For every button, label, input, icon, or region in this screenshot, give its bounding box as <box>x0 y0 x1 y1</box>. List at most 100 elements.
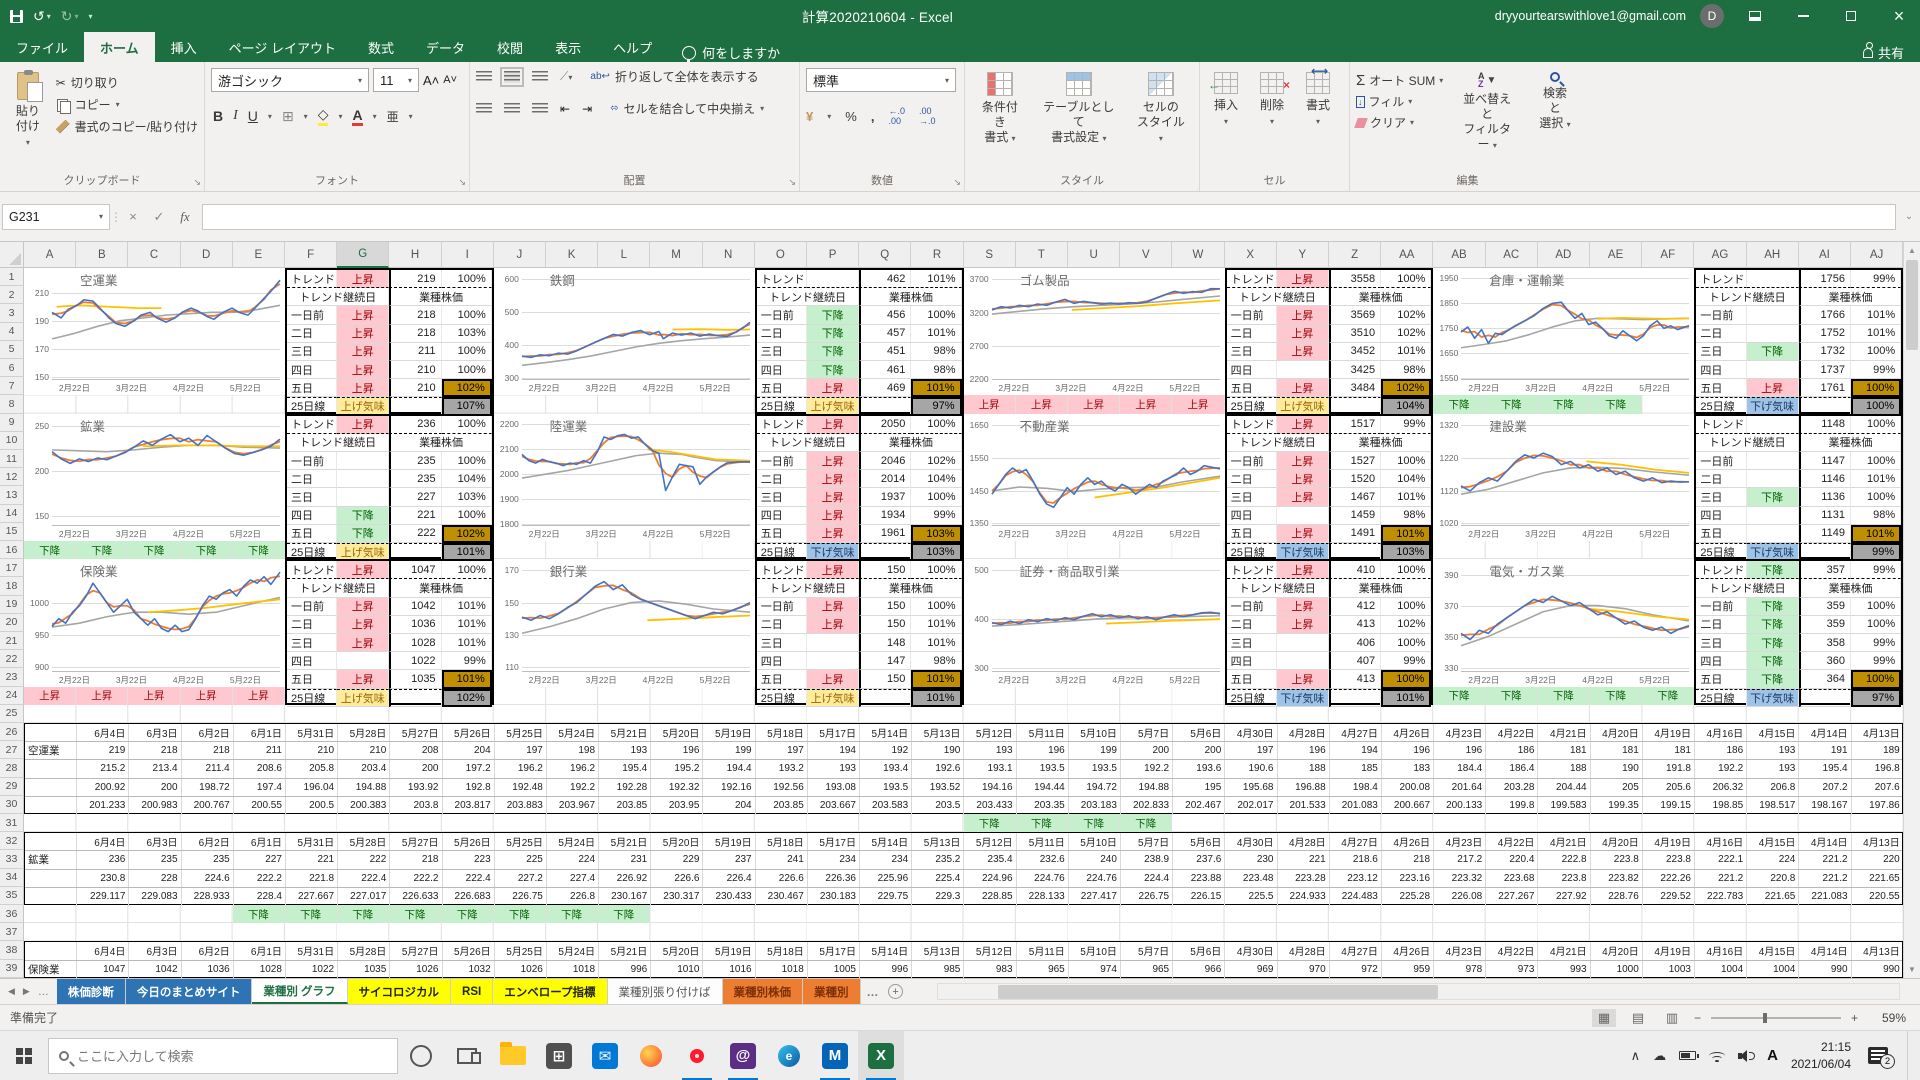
tell-me-search[interactable]: 何をしますか <box>668 43 794 62</box>
value-cell[interactable]: 224.4 <box>1121 870 1173 887</box>
opera-icon[interactable] <box>674 1031 720 1080</box>
value-cell[interactable]: 200 <box>390 760 442 777</box>
value-cell[interactable]: 223.8 <box>1643 851 1695 868</box>
row-header-20[interactable]: 20 <box>0 614 24 632</box>
value-cell[interactable]: 972 <box>1330 961 1382 979</box>
value-cell[interactable]: 197 <box>756 742 808 759</box>
value-cell[interactable]: 198.72 <box>182 779 234 796</box>
column-header-K[interactable]: K <box>546 242 598 268</box>
value-cell[interactable]: 223.88 <box>1173 870 1225 887</box>
value-cell[interactable]: 203.35 <box>1017 797 1069 815</box>
value-cell[interactable]: 203.667 <box>808 797 860 815</box>
merge-center-button[interactable]: ⬄セルを結合して中央揃え▾ <box>610 100 764 117</box>
date-cell[interactable]: 5月11日 <box>1017 724 1069 741</box>
value-cell[interactable]: 222.1 <box>1695 851 1747 868</box>
value-cell[interactable]: 199.35 <box>1591 797 1643 815</box>
row-header-22[interactable]: 22 <box>0 650 24 668</box>
column-header-L[interactable]: L <box>598 242 650 268</box>
value-cell[interactable]: 226.8 <box>547 888 599 906</box>
date-cell[interactable]: 5月17日 <box>808 833 860 850</box>
value-cell[interactable]: 223.68 <box>1486 870 1538 887</box>
value-cell[interactable]: 200 <box>1173 742 1225 759</box>
value-cell[interactable]: 193.2 <box>756 760 808 777</box>
value-cell[interactable]: 221.8 <box>286 870 338 887</box>
value-cell[interactable]: 203.967 <box>547 797 599 815</box>
value-cell[interactable]: 196 <box>1434 742 1486 759</box>
value-cell[interactable]: 229.75 <box>860 888 912 906</box>
value-cell[interactable]: 228.933 <box>182 888 234 906</box>
value-cell[interactable]: 996 <box>599 961 651 979</box>
format-painter-button[interactable]: 書式のコピー/貼り付け <box>56 118 198 135</box>
date-cell[interactable]: 5月31日 <box>286 724 338 741</box>
value-cell[interactable]: 192.56 <box>756 779 808 796</box>
value-cell[interactable]: 206.8 <box>1747 779 1799 796</box>
row-header-25[interactable]: 25 <box>0 705 24 723</box>
date-cell[interactable]: 4月14日 <box>1799 724 1851 741</box>
column-header-B[interactable]: B <box>76 242 128 268</box>
date-cell[interactable]: 6月4日 <box>77 724 129 741</box>
underline-button[interactable]: U <box>248 108 258 124</box>
value-cell[interactable]: 1005 <box>808 961 860 979</box>
ribbon-tab-8[interactable]: ヘルプ <box>597 32 668 62</box>
date-cell[interactable]: 5月14日 <box>860 942 912 959</box>
orientation-button[interactable]: ⟋▾ <box>560 69 572 84</box>
date-cell[interactable]: 5月12日 <box>964 942 1016 959</box>
row-header-1[interactable]: 1 <box>0 268 24 286</box>
row-header-17[interactable]: 17 <box>0 559 24 577</box>
date-cell[interactable]: 5月19日 <box>703 942 755 959</box>
value-cell[interactable]: 224.96 <box>964 870 1016 887</box>
date-cell[interactable]: 5月12日 <box>964 833 1016 850</box>
value-cell[interactable]: 204.44 <box>1538 779 1590 796</box>
value-cell[interactable]: 226.683 <box>443 888 495 906</box>
date-cell[interactable]: 4月27日 <box>1330 724 1382 741</box>
value-cell[interactable]: 218 <box>129 742 181 759</box>
date-cell[interactable]: 4月19日 <box>1643 942 1695 959</box>
row-header-6[interactable]: 6 <box>0 359 24 377</box>
value-cell[interactable]: 215.2 <box>77 760 129 777</box>
value-cell[interactable]: 197.86 <box>1852 797 1904 815</box>
value-cell[interactable]: 234 <box>808 851 860 868</box>
value-cell[interactable]: 969 <box>1225 961 1277 979</box>
date-cell[interactable]: 5月14日 <box>860 833 912 850</box>
value-cell[interactable]: 203.85 <box>599 797 651 815</box>
column-header-M[interactable]: M <box>650 242 702 268</box>
column-header-D[interactable]: D <box>181 242 233 268</box>
value-cell[interactable]: 224.6 <box>182 870 234 887</box>
value-cell[interactable]: 190.6 <box>1225 760 1277 777</box>
value-cell[interactable]: 226.75 <box>495 888 547 906</box>
sheet-tab-サイコロジカル[interactable]: サイコロジカル <box>348 979 452 1004</box>
value-cell[interactable]: 195.4 <box>1799 760 1851 777</box>
date-cell[interactable]: 5月10日 <box>1069 942 1121 959</box>
value-cell[interactable]: 223.16 <box>1382 870 1434 887</box>
mail-icon[interactable]: ✉ <box>582 1031 628 1080</box>
value-cell[interactable]: 226.633 <box>390 888 442 906</box>
date-cell[interactable]: 5月18日 <box>756 942 808 959</box>
value-cell[interactable]: 213.4 <box>129 760 181 777</box>
value-cell[interactable]: 205.6 <box>1643 779 1695 796</box>
value-cell[interactable]: 200.5 <box>286 797 338 815</box>
value-cell[interactable]: 194.16 <box>964 779 1016 796</box>
date-cell[interactable]: 5月19日 <box>703 833 755 850</box>
row-header-4[interactable]: 4 <box>0 323 24 341</box>
date-cell[interactable]: 4月20日 <box>1591 724 1643 741</box>
chevron-up-icon[interactable]: ∧ <box>1631 1048 1641 1064</box>
value-cell[interactable]: 241 <box>756 851 808 868</box>
value-cell[interactable]: 974 <box>1069 961 1121 979</box>
column-header-AF[interactable]: AF <box>1642 242 1694 268</box>
value-cell[interactable]: 220.4 <box>1486 851 1538 868</box>
value-cell[interactable]: 226.6 <box>651 870 703 887</box>
date-cell[interactable]: 6月1日 <box>234 724 286 741</box>
date-cell[interactable]: 4月30日 <box>1225 942 1277 959</box>
value-cell[interactable]: 211.4 <box>182 760 234 777</box>
value-cell[interactable]: 199.15 <box>1643 797 1695 815</box>
value-cell[interactable]: 203.5 <box>912 797 964 815</box>
value-cell[interactable]: 1003 <box>1643 961 1695 979</box>
font-size-select[interactable]: 11▾ <box>373 68 419 92</box>
taskbar-clock[interactable]: 21:15 2021/06/04 <box>1791 1039 1851 1071</box>
date-cell[interactable]: 5月13日 <box>912 833 964 850</box>
sheet-tab-業種別[interactable]: 業種別 <box>803 979 861 1004</box>
value-cell[interactable]: 186 <box>1486 742 1538 759</box>
align-center-icon[interactable] <box>504 103 520 115</box>
value-cell[interactable]: 189 <box>1852 742 1904 759</box>
row-header-26[interactable]: 26 <box>0 723 24 741</box>
